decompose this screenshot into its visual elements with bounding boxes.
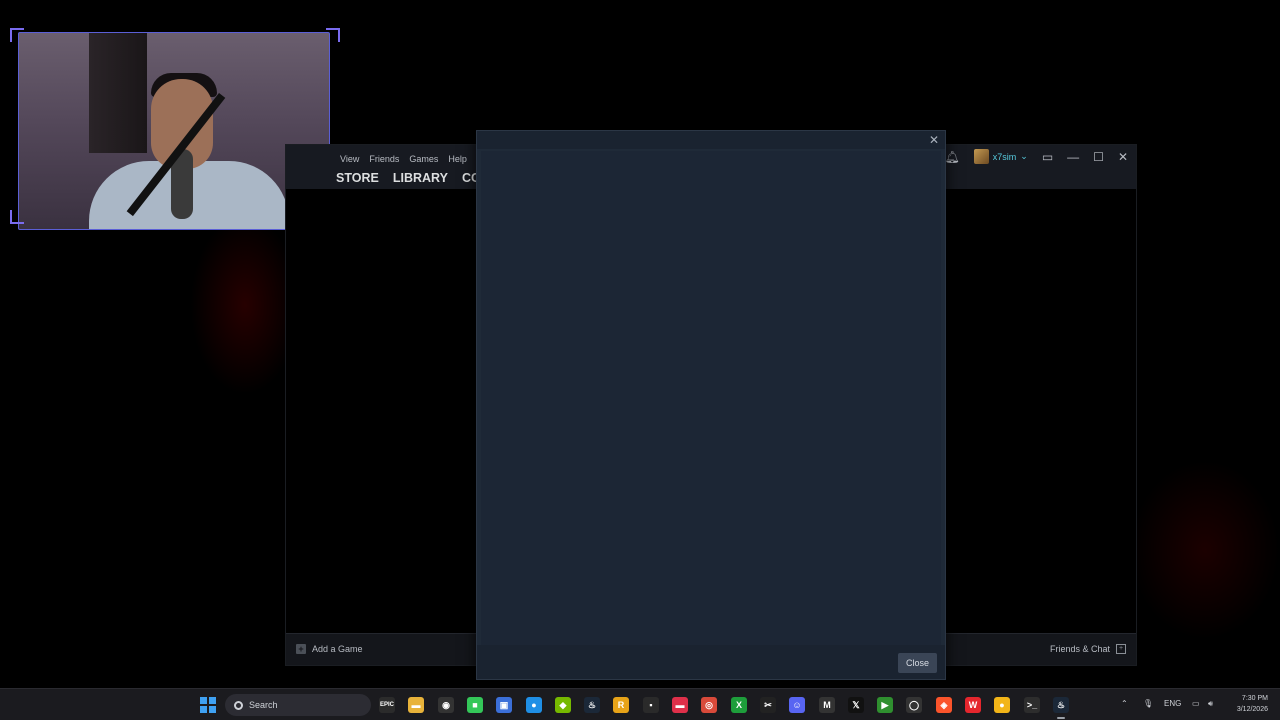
rockstar-icon[interactable]: R — [613, 697, 629, 713]
app-icon[interactable]: ◉ — [438, 697, 454, 713]
tab-store[interactable]: STORE — [336, 171, 379, 185]
maximize-icon[interactable]: ☐ — [1093, 150, 1104, 164]
username: x7sim — [992, 151, 1017, 162]
show-hidden-icons-icon[interactable]: ⌃ — [1121, 699, 1128, 708]
background-glow — [190, 215, 300, 395]
dialog-content — [481, 151, 941, 645]
frame-corner-decoration — [10, 28, 24, 42]
red-app-icon[interactable]: ▬ — [672, 697, 688, 713]
taskbar-search[interactable]: Search — [225, 694, 371, 716]
wps-icon[interactable]: W — [965, 697, 981, 713]
steam-nav-tabs: STORE LIBRARY COM — [336, 171, 491, 185]
clock-date: 3/12/2026 — [1236, 706, 1268, 713]
volume-icon[interactable]: 🔊︎ — [1208, 699, 1213, 709]
obs-icon[interactable]: ◯ — [906, 697, 922, 713]
dialog-close-icon[interactable]: ✕ — [927, 133, 941, 147]
add-game-button[interactable]: + Add a Game — [296, 644, 363, 654]
play-icon[interactable]: ▶ — [877, 697, 893, 713]
menu-item-help[interactable]: Help — [448, 154, 467, 164]
add-game-label: Add a Game — [312, 644, 363, 654]
chrome-icon[interactable]: ◎ — [701, 697, 717, 713]
chevron-down-icon: ⌄ — [1020, 151, 1028, 161]
desktop: View Friends Games Help STORE LIBRARY CO… — [0, 0, 1280, 720]
search-label: Search — [249, 700, 278, 710]
taskbar-clock[interactable]: 7:30 PM 3/12/2026 — [1237, 693, 1268, 715]
yellow-app-icon[interactable]: ● — [994, 697, 1010, 713]
friends-plus-icon: + — [1116, 644, 1126, 654]
menu-item-friends[interactable]: Friends — [369, 154, 399, 164]
tab-library[interactable]: LIBRARY — [393, 171, 448, 185]
steam-window-controls: 🔔︎ x7sim ⌄ ▭ — ☐ ✕ — [945, 149, 1128, 164]
capcut-icon[interactable]: ✂ — [760, 697, 776, 713]
dialog-header: ✕ — [477, 131, 945, 149]
menu-item-view[interactable]: View — [340, 154, 359, 164]
menu-item-games[interactable]: Games — [409, 154, 438, 164]
notification-bell-icon[interactable]: 🔔︎ — [945, 150, 960, 164]
dialog-footer: Close — [477, 645, 945, 679]
frame-corner-decoration — [10, 210, 24, 224]
webcam-background-door — [89, 33, 147, 153]
active-app-indicator — [1057, 717, 1065, 719]
close-button[interactable]: Close — [897, 653, 937, 673]
blue-app-icon[interactable]: ▣ — [496, 697, 512, 713]
epic-games-icon[interactable]: EPIC — [379, 697, 395, 713]
plus-icon: + — [296, 644, 306, 654]
frame-corner-decoration — [326, 28, 340, 42]
friends-chat-label: Friends & Chat — [1049, 644, 1110, 654]
avatar — [973, 149, 989, 164]
steam-menu-bar: View Friends Games Help — [340, 154, 467, 164]
dark-app-icon[interactable]: ▪ — [643, 697, 659, 713]
user-menu[interactable]: x7sim ⌄ — [973, 149, 1028, 164]
steam-active-icon[interactable]: ♨ — [1053, 697, 1069, 713]
steam-icon[interactable]: ♨ — [584, 697, 600, 713]
start-button[interactable] — [200, 697, 216, 713]
android-app-icon[interactable]: ■ — [467, 697, 483, 713]
network-icon[interactable]: ▭ — [1192, 699, 1200, 708]
terminal-icon[interactable]: >_ — [1024, 697, 1040, 713]
friends-chat-button[interactable]: Friends & Chat + — [1050, 644, 1126, 654]
search-icon — [234, 700, 243, 710]
taskbar: Search EPIC ▬ ◉ ■ ▣ ● ◆ ♨ R ▪ ▬ ◎ X ✂ ☺ M 𝕏 ▶ ◯ ◈ W ● >_ ♨ ⌃ 🎙︎… — [0, 688, 1280, 720]
nvidia-icon[interactable]: ◆ — [555, 697, 571, 713]
language-indicator[interactable]: ENG — [1164, 699, 1181, 708]
big-picture-icon[interactable]: ▭ — [1042, 150, 1053, 164]
discord-icon[interactable]: ☺ — [789, 697, 805, 713]
microphone-icon[interactable]: 🎙︎ — [1143, 699, 1153, 708]
close-icon[interactable]: ✕ — [1118, 150, 1128, 164]
file-explorer-icon[interactable]: ▬ — [408, 697, 424, 713]
modal-dialog: ✕ Close — [476, 130, 946, 680]
brave-icon[interactable]: ◈ — [936, 697, 952, 713]
background-glow — [1130, 460, 1280, 640]
minimize-icon[interactable]: — — [1067, 150, 1079, 164]
xbox-icon[interactable]: X — [731, 697, 747, 713]
x-app-icon[interactable]: 𝕏 — [848, 697, 864, 713]
medal-icon[interactable]: M — [819, 697, 835, 713]
edge-app-icon[interactable]: ● — [526, 697, 542, 713]
webcam-frame — [18, 32, 330, 230]
clock-time: 7:30 PM — [1241, 695, 1268, 702]
